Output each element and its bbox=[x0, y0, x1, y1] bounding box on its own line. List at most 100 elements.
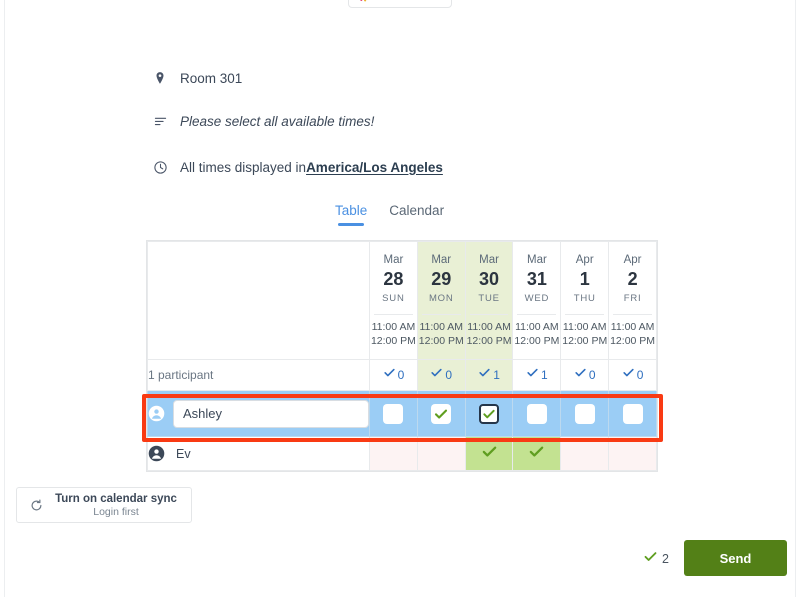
date-month-3: Mar bbox=[526, 254, 547, 266]
check-icon bbox=[430, 366, 443, 384]
tab-calendar-label: Calendar bbox=[389, 203, 445, 218]
view-tabs: Table Calendar bbox=[335, 203, 444, 226]
participant-name-cell: Ev bbox=[147, 436, 370, 471]
slot-end-3: 12:00 PM bbox=[514, 334, 560, 347]
participant-count-value-4: 0 bbox=[588, 368, 596, 382]
my-slot-cell-4[interactable] bbox=[560, 390, 610, 437]
header-divider-3 bbox=[517, 314, 557, 315]
availability-table: Mar 28 SUN 11:00 AM 12:00 PM Mar 29 MON … bbox=[146, 240, 658, 472]
header-divider-2 bbox=[469, 314, 509, 315]
date-month-2: Mar bbox=[479, 254, 499, 266]
add-to-slack-label: Add to Slack bbox=[375, 0, 439, 1]
date-day-3: 31 bbox=[526, 269, 547, 289]
date-column-header-2[interactable]: Mar 30 TUE 11:00 AM 12:00 PM bbox=[464, 241, 514, 360]
date-column-header-1[interactable]: Mar 29 MON 11:00 AM 12:00 PM bbox=[416, 241, 466, 360]
meeting-location-row: Room 301 bbox=[152, 70, 242, 86]
availability-checkbox-2[interactable] bbox=[479, 403, 500, 424]
person-avatar-icon bbox=[148, 405, 165, 422]
calendar-sync-title: Turn on calendar sync bbox=[55, 492, 177, 505]
date-column-header-0[interactable]: Mar 28 SUN 11:00 AM 12:00 PM bbox=[369, 241, 418, 360]
date-dow-5: FRI bbox=[623, 293, 642, 304]
timezone-link[interactable]: America/Los Angeles bbox=[306, 160, 443, 175]
date-month-4: Apr bbox=[575, 254, 594, 266]
check-icon bbox=[528, 446, 545, 464]
my-slot-cell-3[interactable] bbox=[512, 390, 562, 437]
tab-table[interactable]: Table bbox=[335, 203, 367, 226]
my-availability-row bbox=[147, 390, 657, 437]
date-month-5: Apr bbox=[623, 254, 642, 266]
add-to-slack-button[interactable]: Add to Slack bbox=[348, 0, 452, 8]
my-slot-cell-5[interactable] bbox=[608, 390, 657, 437]
check-icon bbox=[622, 366, 635, 384]
calendar-sync-button[interactable]: Turn on calendar sync Login first bbox=[16, 487, 192, 523]
tab-table-label: Table bbox=[335, 203, 368, 218]
send-button[interactable]: Send bbox=[684, 540, 787, 576]
participant-count-cell-5: 0 bbox=[608, 359, 657, 391]
participant-slot-4 bbox=[560, 436, 610, 471]
calendar-sync-subtitle: Login first bbox=[93, 505, 139, 518]
my-name-cell bbox=[147, 390, 370, 437]
participant-count-cell-2: 1 bbox=[464, 359, 514, 391]
participant-count-value-0: 0 bbox=[397, 368, 405, 382]
table-row: Ev bbox=[147, 436, 657, 471]
check-icon bbox=[643, 549, 658, 569]
participant-slot-5 bbox=[608, 436, 657, 471]
availability-checkbox-4[interactable] bbox=[574, 403, 595, 424]
clock-icon bbox=[152, 159, 168, 175]
header-divider-1 bbox=[421, 314, 461, 315]
date-day-5: 2 bbox=[627, 269, 638, 289]
timezone-prefix: All times displayed in bbox=[180, 159, 307, 175]
tab-calendar[interactable]: Calendar bbox=[389, 203, 444, 226]
date-day-4: 1 bbox=[579, 269, 590, 289]
header-divider-0 bbox=[374, 314, 413, 315]
participant-count-row: 1 participant 0 0 1 1 0 0 bbox=[147, 359, 657, 391]
participant-count-value-1: 0 bbox=[445, 368, 453, 382]
date-month-0: Mar bbox=[383, 254, 404, 266]
availability-checkbox-3[interactable] bbox=[526, 403, 547, 424]
participant-count-label: 1 participant bbox=[147, 359, 370, 391]
slack-icon bbox=[357, 0, 370, 2]
slot-start-0: 11:00 AM bbox=[371, 321, 416, 333]
availability-checkbox-5[interactable] bbox=[622, 403, 643, 424]
participant-count-value-3: 1 bbox=[541, 368, 548, 382]
header-divider-4 bbox=[565, 314, 605, 315]
date-column-header-5[interactable]: Apr 2 FRI 11:00 AM 12:00 PM bbox=[608, 241, 657, 360]
my-slot-cell-2[interactable] bbox=[464, 390, 514, 437]
sync-refresh-icon bbox=[29, 498, 44, 513]
date-dow-0: SUN bbox=[382, 293, 405, 304]
description-lines-icon bbox=[152, 113, 168, 129]
check-icon bbox=[478, 366, 491, 384]
participant-count-cell-0: 0 bbox=[369, 359, 418, 391]
date-dow-1: MON bbox=[428, 293, 454, 304]
date-column-header-4[interactable]: Apr 1 THU 11:00 AM 12:00 PM bbox=[560, 241, 610, 360]
date-column-header-3[interactable]: Mar 31 WED 11:00 AM 12:00 PM bbox=[512, 241, 562, 360]
participant-count-value-5: 0 bbox=[636, 368, 644, 382]
my-slot-cell-1[interactable] bbox=[416, 390, 466, 437]
slot-start-3: 11:00 AM bbox=[515, 321, 559, 333]
selected-count-value: 2 bbox=[662, 552, 669, 566]
participant-count-cell-3: 1 bbox=[512, 359, 562, 391]
slot-end-0: 12:00 PM bbox=[370, 334, 416, 347]
date-day-2: 30 bbox=[479, 269, 500, 289]
header-corner-cell bbox=[147, 241, 370, 360]
participant-slot-2 bbox=[464, 436, 514, 471]
slot-start-4: 11:00 AM bbox=[562, 321, 607, 333]
participant-count-cell-4: 0 bbox=[560, 359, 610, 391]
table-header-row: Mar 28 SUN 11:00 AM 12:00 PM Mar 29 MON … bbox=[147, 241, 657, 360]
respondent-availability-page: Add to Slack Room 301 Please select all … bbox=[0, 0, 800, 597]
my-slot-cell-0[interactable] bbox=[369, 390, 418, 437]
availability-checkbox-1[interactable] bbox=[431, 403, 452, 424]
header-divider-5 bbox=[613, 314, 652, 315]
slot-start-5: 11:00 AM bbox=[610, 321, 655, 333]
check-icon bbox=[383, 366, 396, 384]
availability-checkbox-0[interactable] bbox=[383, 403, 404, 424]
slot-start-2: 11:00 AM bbox=[467, 321, 511, 333]
slot-end-4: 12:00 PM bbox=[562, 334, 608, 347]
meeting-note-text: Please select all available times! bbox=[180, 113, 375, 129]
date-day-0: 28 bbox=[383, 269, 404, 289]
person-avatar-icon bbox=[148, 445, 165, 462]
my-name-input[interactable] bbox=[173, 399, 369, 428]
check-icon bbox=[574, 366, 587, 384]
selected-count-indicator: 2 bbox=[643, 549, 669, 569]
participant-slot-0 bbox=[369, 436, 418, 471]
